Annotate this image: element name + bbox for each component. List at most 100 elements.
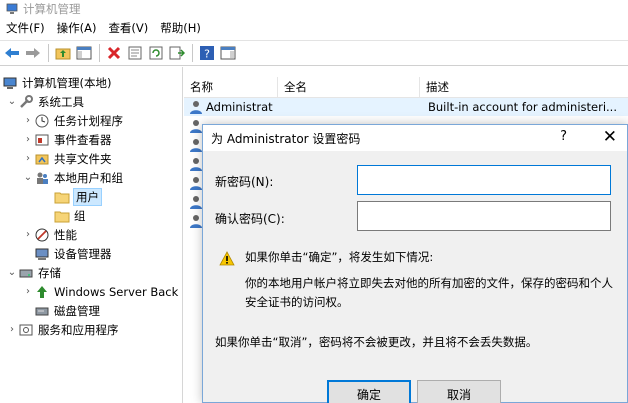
help-icon: ? [200, 46, 214, 61]
list-header: 名称 全名 描述 [184, 76, 628, 98]
cancel-note: 如果你单击“取消”，密码将不会被更改，并且将不会丢失数据。 [215, 335, 538, 349]
menu-view[interactable]: 查看(V) [102, 18, 154, 38]
warning-body-line-1: 你的本地用户帐户将立即失去对他的所有加密的文件，保存的密码和个人 [245, 276, 613, 290]
toolbar: ? [0, 40, 628, 66]
menu-bar: 文件(F) 操作(A) 查看(V) 帮助(H) [0, 18, 628, 38]
tree-label-windows-server-backup: Windows Server Back [54, 284, 179, 299]
chevron-right-icon[interactable]: › [22, 134, 34, 145]
arrow-right-icon [26, 48, 40, 58]
column-fullname[interactable]: 全名 [278, 76, 420, 98]
user-icon [190, 101, 202, 114]
tree-label-users: 用户 [73, 187, 102, 206]
cancel-button[interactable]: 取消 [417, 380, 501, 403]
chevron-down-icon[interactable]: ⌄ [22, 172, 34, 183]
set-password-dialog: 为 Administrator 设置密码 ? ✕ 新密码(N): 确认密码(C)… [202, 124, 628, 403]
tree-item-storage[interactable]: ⌄ 存储 [6, 263, 61, 282]
refresh-icon [149, 46, 163, 60]
console-tree: 计算机管理(本地) ⌄ 系统工具 › 任务计划程序 › 事件查看器 › 共享文件… [0, 67, 183, 403]
tree-item-shared-folders[interactable]: › 共享文件夹 [22, 149, 112, 168]
close-icon[interactable]: ✕ [603, 127, 617, 147]
tree-label-device-manager: 设备管理器 [54, 246, 112, 261]
tree-label-system-tools: 系统工具 [38, 94, 84, 109]
warning-icon [219, 251, 235, 266]
folder-icon [54, 192, 70, 203]
console-tree-icon [76, 46, 92, 60]
tree-label-groups: 组 [74, 208, 86, 223]
services-icon [19, 324, 33, 335]
shared-folder-icon [35, 154, 49, 164]
dialog-title-bar: 为 Administrator 设置密码 ? ✕ [203, 125, 627, 151]
folder-up-icon [55, 48, 71, 60]
chevron-right-icon[interactable]: › [22, 115, 34, 126]
new-password-field[interactable] [357, 165, 611, 195]
window-title: 计算机管理 [23, 2, 81, 16]
users-group-icon [37, 172, 48, 184]
tree-item-performance[interactable]: › 性能 [22, 225, 77, 244]
performance-icon [35, 228, 49, 241]
arrow-left-icon [5, 48, 19, 58]
svg-text:?: ? [204, 48, 210, 61]
confirm-password-label: 确认密码(C): [215, 212, 285, 226]
tree-item-local-users-groups[interactable]: ⌄ 本地用户和组 [22, 168, 123, 187]
tree-item-event-viewer[interactable]: › 事件查看器 [22, 130, 112, 149]
tree-label-local-users-groups: 本地用户和组 [54, 170, 123, 185]
ok-button[interactable]: 确定 [327, 380, 411, 403]
disk-icon [35, 307, 49, 315]
chevron-right-icon[interactable]: › [22, 153, 34, 164]
chevron-down-icon[interactable]: ⌄ [6, 96, 18, 107]
forward-button[interactable] [23, 43, 43, 63]
table-row[interactable]: Administrat Built-in account for adminis… [184, 98, 628, 116]
confirm-password-field[interactable] [357, 201, 611, 231]
title-bar: 计算机管理 [0, 0, 628, 18]
toolbar-separator [48, 44, 49, 62]
dialog-help-button[interactable]: ? [560, 129, 567, 144]
refresh-button[interactable] [146, 43, 166, 63]
tree-item-windows-server-backup[interactable]: › Windows Server Back [22, 282, 178, 301]
device-manager-icon [35, 248, 49, 260]
toolbar-separator [192, 44, 193, 62]
tree-item-device-manager[interactable]: 设备管理器 [34, 244, 112, 263]
tree-label-services-apps: 服务和应用程序 [38, 322, 119, 337]
export-icon [169, 46, 185, 60]
chevron-right-icon[interactable]: › [22, 229, 34, 240]
tree-item-root[interactable]: 计算机管理(本地) [2, 73, 111, 92]
up-level-button[interactable] [53, 43, 73, 63]
menu-action[interactable]: 操作(A) [51, 18, 103, 38]
tree-item-task-scheduler[interactable]: › 任务计划程序 [22, 111, 123, 130]
help-button[interactable]: ? [197, 43, 217, 63]
folder-icon [54, 211, 70, 222]
tree-item-disk-management[interactable]: 磁盘管理 [34, 301, 100, 320]
delete-button[interactable] [104, 43, 124, 63]
tree-item-groups[interactable]: 组 [54, 206, 86, 225]
computer-management-icon [6, 3, 18, 14]
tree-item-services-apps[interactable]: › 服务和应用程序 [6, 320, 119, 339]
tree-item-users[interactable]: 用户 [54, 187, 102, 206]
dialog-title: 为 Administrator 设置密码 [211, 131, 361, 146]
chevron-right-icon[interactable]: › [22, 286, 34, 297]
computer-icon [3, 77, 17, 89]
delete-icon [107, 46, 121, 60]
event-viewer-icon [35, 134, 49, 145]
show-action-pane-button[interactable] [218, 43, 238, 63]
properties-button[interactable] [125, 43, 145, 63]
backup-icon [37, 285, 47, 298]
tree-label-performance: 性能 [54, 227, 77, 242]
column-description[interactable]: 描述 [420, 77, 628, 98]
warning-heading: 如果你单击“确定”，将发生如下情况: [245, 250, 434, 264]
tree-label-disk-management: 磁盘管理 [54, 303, 100, 318]
show-hide-tree-button[interactable] [74, 43, 94, 63]
new-password-label: 新密码(N): [215, 175, 274, 189]
warning-body-line-2: 安全证书的访问权。 [245, 295, 349, 309]
row-description: Built-in account for administeri... [428, 100, 617, 114]
chevron-right-icon[interactable]: › [6, 324, 18, 335]
menu-file[interactable]: 文件(F) [0, 18, 51, 38]
tree-item-system-tools[interactable]: ⌄ 系统工具 [6, 92, 84, 111]
menu-help[interactable]: 帮助(H) [154, 18, 207, 38]
back-button[interactable] [2, 43, 22, 63]
column-name[interactable]: 名称 [184, 76, 278, 98]
tools-icon [20, 94, 33, 108]
export-list-button[interactable] [167, 43, 187, 63]
action-pane-icon [220, 46, 236, 60]
properties-icon [128, 46, 142, 60]
chevron-down-icon[interactable]: ⌄ [6, 267, 18, 278]
